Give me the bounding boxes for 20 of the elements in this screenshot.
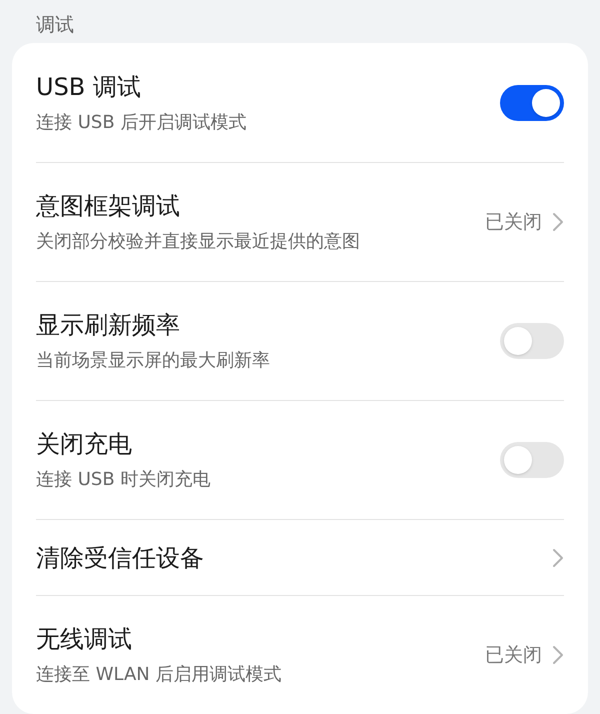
toggle-switch[interactable]: [500, 442, 564, 478]
setting-title: 清除受信任设备: [36, 542, 205, 574]
setting-description: 连接 USB 后开启调试模式: [36, 110, 248, 134]
chevron-right-icon: [552, 645, 564, 665]
toggle-switch[interactable]: [500, 323, 564, 359]
setting-description: 关闭部分校验并直接显示最近提供的意图: [36, 230, 361, 254]
chevron-right-icon: [552, 548, 564, 568]
setting-description: 当前场景显示屏的最大刷新率: [36, 349, 271, 373]
setting-value: 已关闭: [485, 210, 542, 235]
setting-title: 意图框架调试: [36, 191, 181, 222]
setting-title: 关闭充电: [36, 429, 133, 460]
setting-title: 显示刷新频率: [36, 310, 181, 341]
setting-value: 已关闭: [485, 642, 542, 668]
setting-title: 无线调试: [36, 624, 133, 655]
chevron-right-icon: [552, 212, 564, 232]
setting-title: USB 调试: [36, 72, 142, 102]
section-title: 调试: [35, 13, 75, 38]
toggle-switch[interactable]: [500, 84, 564, 120]
setting-description: 连接 USB 时关闭充电: [36, 468, 212, 492]
setting-description: 连接至 WLAN 后启用调试模式: [36, 663, 282, 687]
